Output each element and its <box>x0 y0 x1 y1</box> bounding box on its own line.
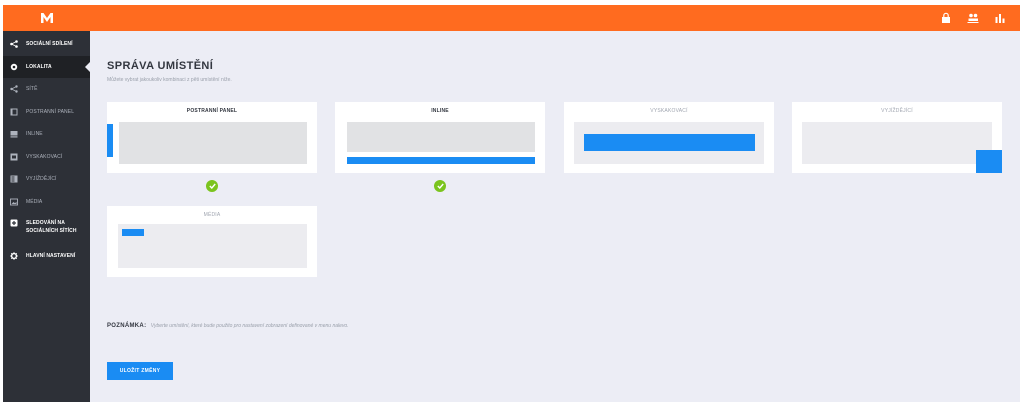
sidebar-item-inline[interactable]: Inline <box>3 123 90 146</box>
sidebar-item-label: Inline <box>26 131 43 138</box>
sidebar-item-flyin[interactable]: Vyjíždějící <box>3 168 90 191</box>
card-preview-highlight <box>347 157 535 164</box>
sidebar-item-popup[interactable]: Vyskakovací <box>3 146 90 169</box>
bar-chart-icon[interactable] <box>994 12 1006 24</box>
sidebar-item-label: Vyskakovací <box>26 153 63 160</box>
card-title: Vyjíždějící <box>881 108 913 114</box>
save-changes-button[interactable]: ULOŽIT ZMĚNY <box>107 362 173 380</box>
sidebar-item-label: Vyjíždějící <box>26 176 57 183</box>
placement-card-flyin[interactable]: Vyjíždějící <box>792 102 1002 173</box>
sidebar-item-label: Hlavní nastavení <box>26 253 76 260</box>
card-preview-highlight <box>976 150 1002 173</box>
app-window: Sociální sdílení Lokalita Sítě Postranní… <box>3 5 1020 402</box>
card-preview <box>802 122 992 164</box>
logo[interactable] <box>3 5 90 31</box>
sidebar: Sociální sdílení Lokalita Sítě Postranní… <box>3 5 90 402</box>
sidebar-item-label: Lokalita <box>26 63 52 70</box>
note-text: Vyberte umístění, které bude použito pro… <box>150 323 349 329</box>
placement-card-media[interactable]: Média <box>107 206 317 277</box>
page-subtitle: Můžete vybrat jakoukoliv kombinaci z pět… <box>107 77 232 83</box>
card-preview <box>118 224 307 268</box>
page-title: SPRÁVA UMÍSTĚNÍ <box>107 60 214 72</box>
card-preview-highlight <box>584 134 755 151</box>
image-icon <box>10 198 18 206</box>
sidebar-item-label: Sociální sdílení <box>26 41 73 48</box>
top-bar <box>90 5 1020 31</box>
share-icon <box>10 40 18 49</box>
sidebar-layout-icon <box>10 108 18 116</box>
sidebar-item-social-follow[interactable]: Sledování na sociálních sítích <box>3 213 90 245</box>
placement-card-popup[interactable]: Vyskakovací <box>564 102 774 173</box>
share-icon <box>10 85 18 93</box>
location-pin-icon <box>10 63 18 71</box>
card-title: Postranní panel <box>186 108 238 114</box>
sidebar-nav: Sociální sdílení Lokalita Sítě Postranní… <box>3 33 90 268</box>
lock-icon[interactable] <box>940 12 952 24</box>
sidebar-item-label: Sledování na sociálních sítích <box>26 220 77 234</box>
sidebar-item-social-sharing[interactable]: Sociální sdílení <box>3 33 90 56</box>
selected-check-icon <box>434 180 446 192</box>
card-title: Inline <box>431 108 449 114</box>
follow-icon <box>10 219 18 227</box>
card-preview <box>119 122 307 164</box>
users-icon[interactable] <box>967 12 979 24</box>
sidebar-item-sidebar-panel[interactable]: Postranní panel <box>3 101 90 124</box>
note-label: POZNÁMKA: <box>107 323 147 329</box>
sidebar-item-networks[interactable]: Sítě <box>3 78 90 101</box>
card-preview <box>347 122 535 152</box>
card-preview-highlight <box>122 229 144 236</box>
note: POZNÁMKA: Vyberte umístění, které bude p… <box>107 323 349 329</box>
top-bar-actions <box>940 12 1006 24</box>
placement-card-sidebar[interactable]: Postranní panel <box>107 102 317 173</box>
card-title: Vyskakovací <box>650 108 688 114</box>
gear-icon <box>10 252 18 261</box>
sidebar-item-media[interactable]: Média <box>3 191 90 214</box>
selected-check-icon <box>206 180 218 192</box>
main-content: SPRÁVA UMÍSTĚNÍ Můžete vybrat jakoukoliv… <box>90 31 1020 402</box>
placement-card-inline[interactable]: Inline <box>335 102 545 173</box>
popup-layout-icon <box>10 153 18 161</box>
card-title: Média <box>203 212 221 218</box>
logo-m-icon <box>40 13 53 23</box>
card-preview-highlight <box>107 124 113 157</box>
sidebar-item-main-settings[interactable]: Hlavní nastavení <box>3 245 90 268</box>
sidebar-item-location[interactable]: Lokalita <box>3 55 90 78</box>
sidebar-item-label: Postranní panel <box>26 108 75 115</box>
sidebar-item-label: Sítě <box>26 86 38 93</box>
flyin-layout-icon <box>10 175 18 183</box>
sidebar-item-label: Média <box>26 198 43 205</box>
inline-layout-icon <box>10 130 18 138</box>
